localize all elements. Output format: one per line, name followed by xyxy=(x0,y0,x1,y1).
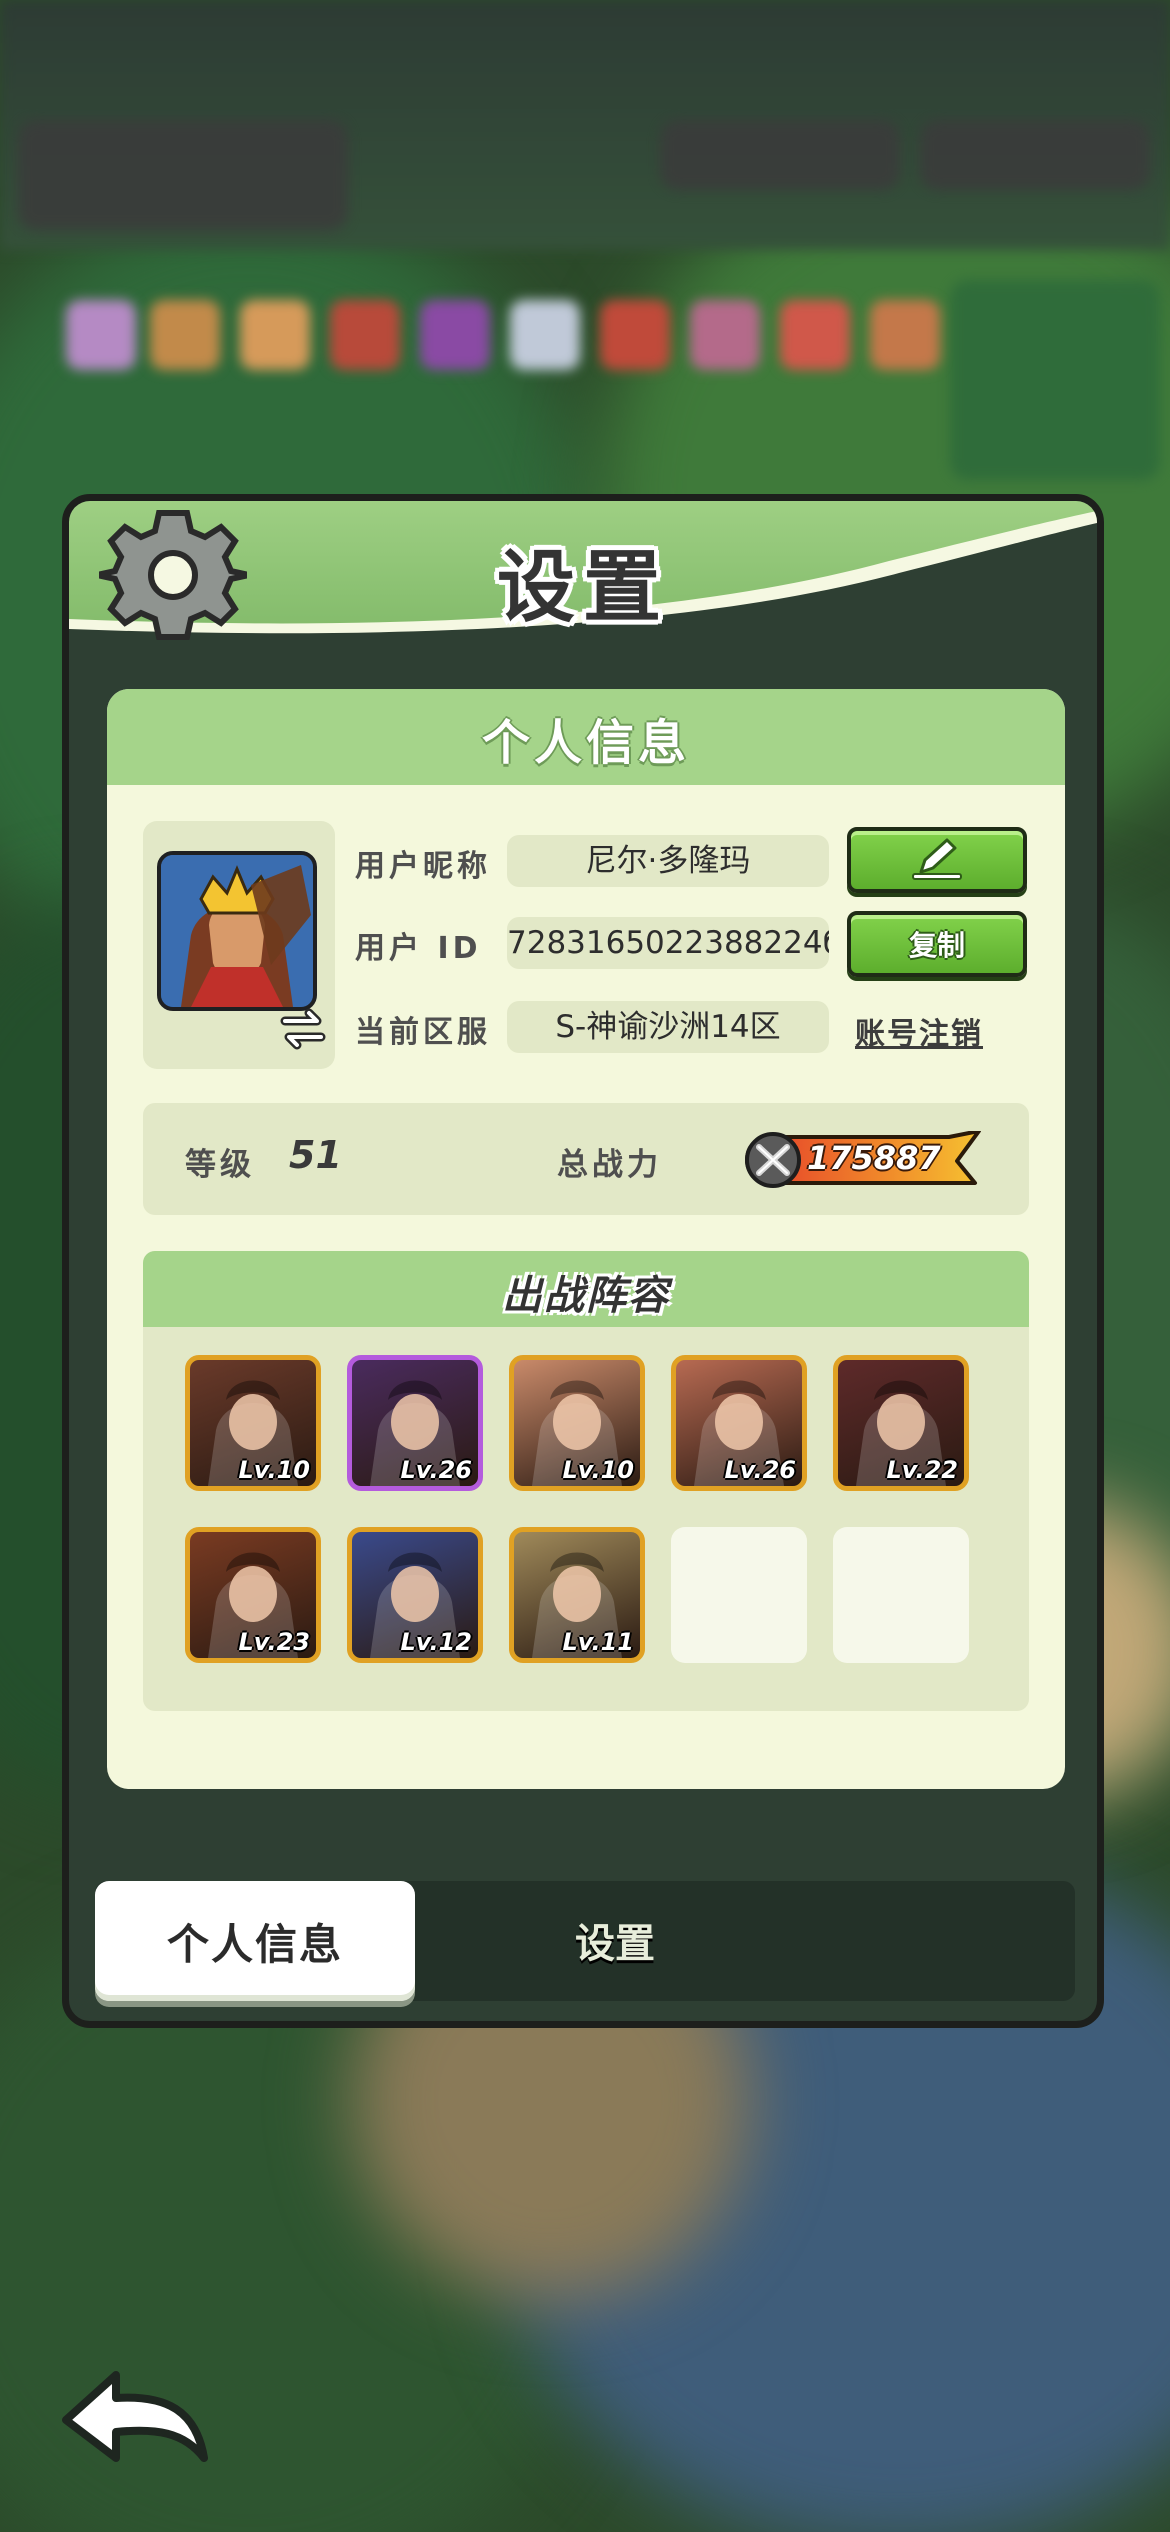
hero-slot[interactable]: Lv.11 xyxy=(509,1527,645,1663)
tab-personal-info[interactable]: 个人信息 xyxy=(95,1881,415,2001)
lineup-box: 出战阵容 Lv.10 Lv.26 Lv.10 Lv.26 Lv.22 Lv.23 Lv.12… xyxy=(143,1251,1029,1711)
hero-slot[interactable]: Lv.23 xyxy=(185,1527,321,1663)
hero-level: Lv.23 xyxy=(238,1628,311,1656)
lineup-title: 出战阵容 xyxy=(502,1273,670,1319)
hero-level: Lv.22 xyxy=(886,1456,959,1484)
server-field: S-神谕沙洲14区 xyxy=(507,1001,829,1053)
power-value: 175887 xyxy=(807,1139,941,1177)
avatar[interactable] xyxy=(157,851,317,1011)
stats-box: 等级 51 总战力 175887 xyxy=(143,1103,1029,1215)
nickname-field: 尼尔·多隆玛 xyxy=(507,835,829,887)
hero-slot[interactable]: Lv.10 xyxy=(185,1355,321,1491)
hero-level: Lv.10 xyxy=(238,1456,311,1484)
panel-title: 个人信息 xyxy=(481,715,690,771)
hero-level: Lv.26 xyxy=(724,1456,797,1484)
pencil-icon xyxy=(912,838,962,880)
settings-dialog: 设置 个人信息 用户昵称 尼尔·多隆玛 用户 ID 72831650223882… xyxy=(62,494,1104,2028)
back-arrow-icon xyxy=(62,2371,208,2462)
hero-slot[interactable]: Lv.10 xyxy=(509,1355,645,1491)
swap-icon[interactable] xyxy=(279,1005,327,1053)
dialog-title: 设置 xyxy=(496,543,669,633)
empty-hero-slot[interactable] xyxy=(671,1527,807,1663)
avatar-box xyxy=(143,821,335,1069)
personal-info-panel: 个人信息 用户昵称 尼尔·多隆玛 用户 ID 7283165022388224б… xyxy=(107,689,1065,1789)
level-value: 51 xyxy=(289,1133,342,1177)
copy-button[interactable]: 复制 xyxy=(847,911,1027,977)
hero-level: Lv.12 xyxy=(400,1628,473,1656)
user-id-label: 用户 ID xyxy=(355,931,482,966)
hero-level: Lv.26 xyxy=(400,1456,473,1484)
nickname-label: 用户昵称 xyxy=(355,849,491,884)
server-label: 当前区服 xyxy=(355,1015,491,1050)
hero-level: Lv.11 xyxy=(562,1628,635,1656)
cancel-account-link[interactable]: 账号注销 xyxy=(855,1009,983,1053)
hero-slot[interactable]: Lv.26 xyxy=(671,1355,807,1491)
hero-slot[interactable]: Lv.22 xyxy=(833,1355,969,1491)
tab-settings[interactable]: 设置 xyxy=(515,1911,715,1971)
hero-level: Lv.10 xyxy=(562,1456,635,1484)
panel-header: 个人信息 xyxy=(107,689,1065,785)
tab-bar: 个人信息 设置 xyxy=(95,1881,1075,2001)
hero-slot[interactable]: Lv.12 xyxy=(347,1527,483,1663)
edit-nickname-button[interactable] xyxy=(847,827,1027,893)
user-id-field: 7283165022388224б xyxy=(507,917,829,969)
hero-slot[interactable]: Lv.26 xyxy=(347,1355,483,1491)
empty-hero-slot[interactable] xyxy=(833,1527,969,1663)
power-label: 总战力 xyxy=(557,1147,662,1183)
back-button[interactable] xyxy=(56,2350,216,2470)
level-label: 等级 xyxy=(185,1147,255,1183)
